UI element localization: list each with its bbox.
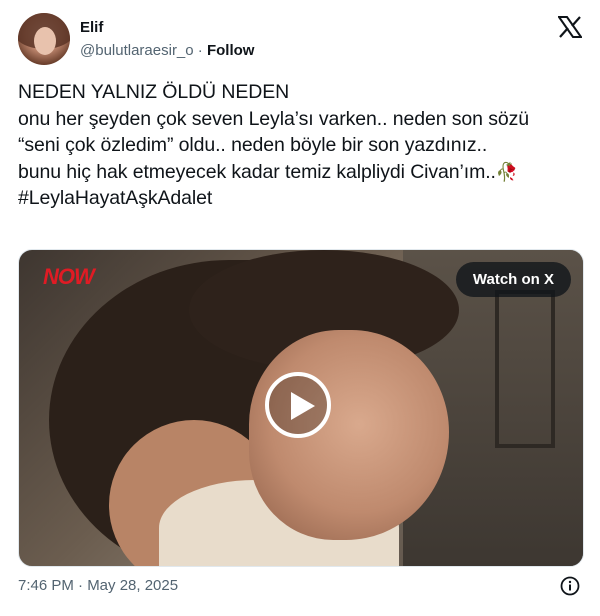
- author-handle-line: @bulutlaraesir_o · Follow: [80, 42, 254, 59]
- hashtag[interactable]: #LeylaHayatAşkAdalet: [18, 185, 588, 212]
- play-icon: [291, 392, 315, 420]
- channel-logo: NOW: [43, 264, 95, 289]
- tweet-line: “seni çok özledim” oldu.. neden böyle bi…: [18, 134, 488, 156]
- tweet-line: NEDEN YALNIZ ÖLDÜ NEDEN: [18, 81, 290, 103]
- tweet-line: onu her şeyden çok seven Leyla’sı varken…: [18, 107, 530, 130]
- follow-button[interactable]: Follow: [207, 42, 255, 59]
- watch-on-x-button[interactable]: Watch on X: [455, 262, 571, 297]
- author-handle[interactable]: @bulutlaraesir_o: [80, 42, 194, 59]
- separator-dot: ·: [197, 42, 203, 59]
- author-name[interactable]: Elif: [80, 19, 103, 36]
- tweet-text: NEDEN YALNIZ ÖLDÜ NEDEN onu her şeyden ç…: [18, 79, 588, 212]
- info-icon[interactable]: [560, 576, 580, 596]
- tweet-line: bunu hiç hak etmeyecek kadar temiz kalpl…: [18, 159, 588, 186]
- tweet-timestamp[interactable]: 7:46 PM · May 28, 2025: [18, 577, 178, 594]
- video-player[interactable]: NOW Watch on X: [18, 249, 584, 567]
- play-button[interactable]: [265, 372, 331, 438]
- avatar-face: [34, 27, 56, 55]
- tweet-line-text: bunu hiç hak etmeyecek kadar temiz kalpl…: [18, 160, 496, 183]
- x-logo-icon[interactable]: [558, 16, 582, 38]
- wilted-rose-emoji: 🥀: [495, 161, 519, 182]
- video-wall-frame: [495, 290, 555, 448]
- avatar[interactable]: [18, 13, 70, 65]
